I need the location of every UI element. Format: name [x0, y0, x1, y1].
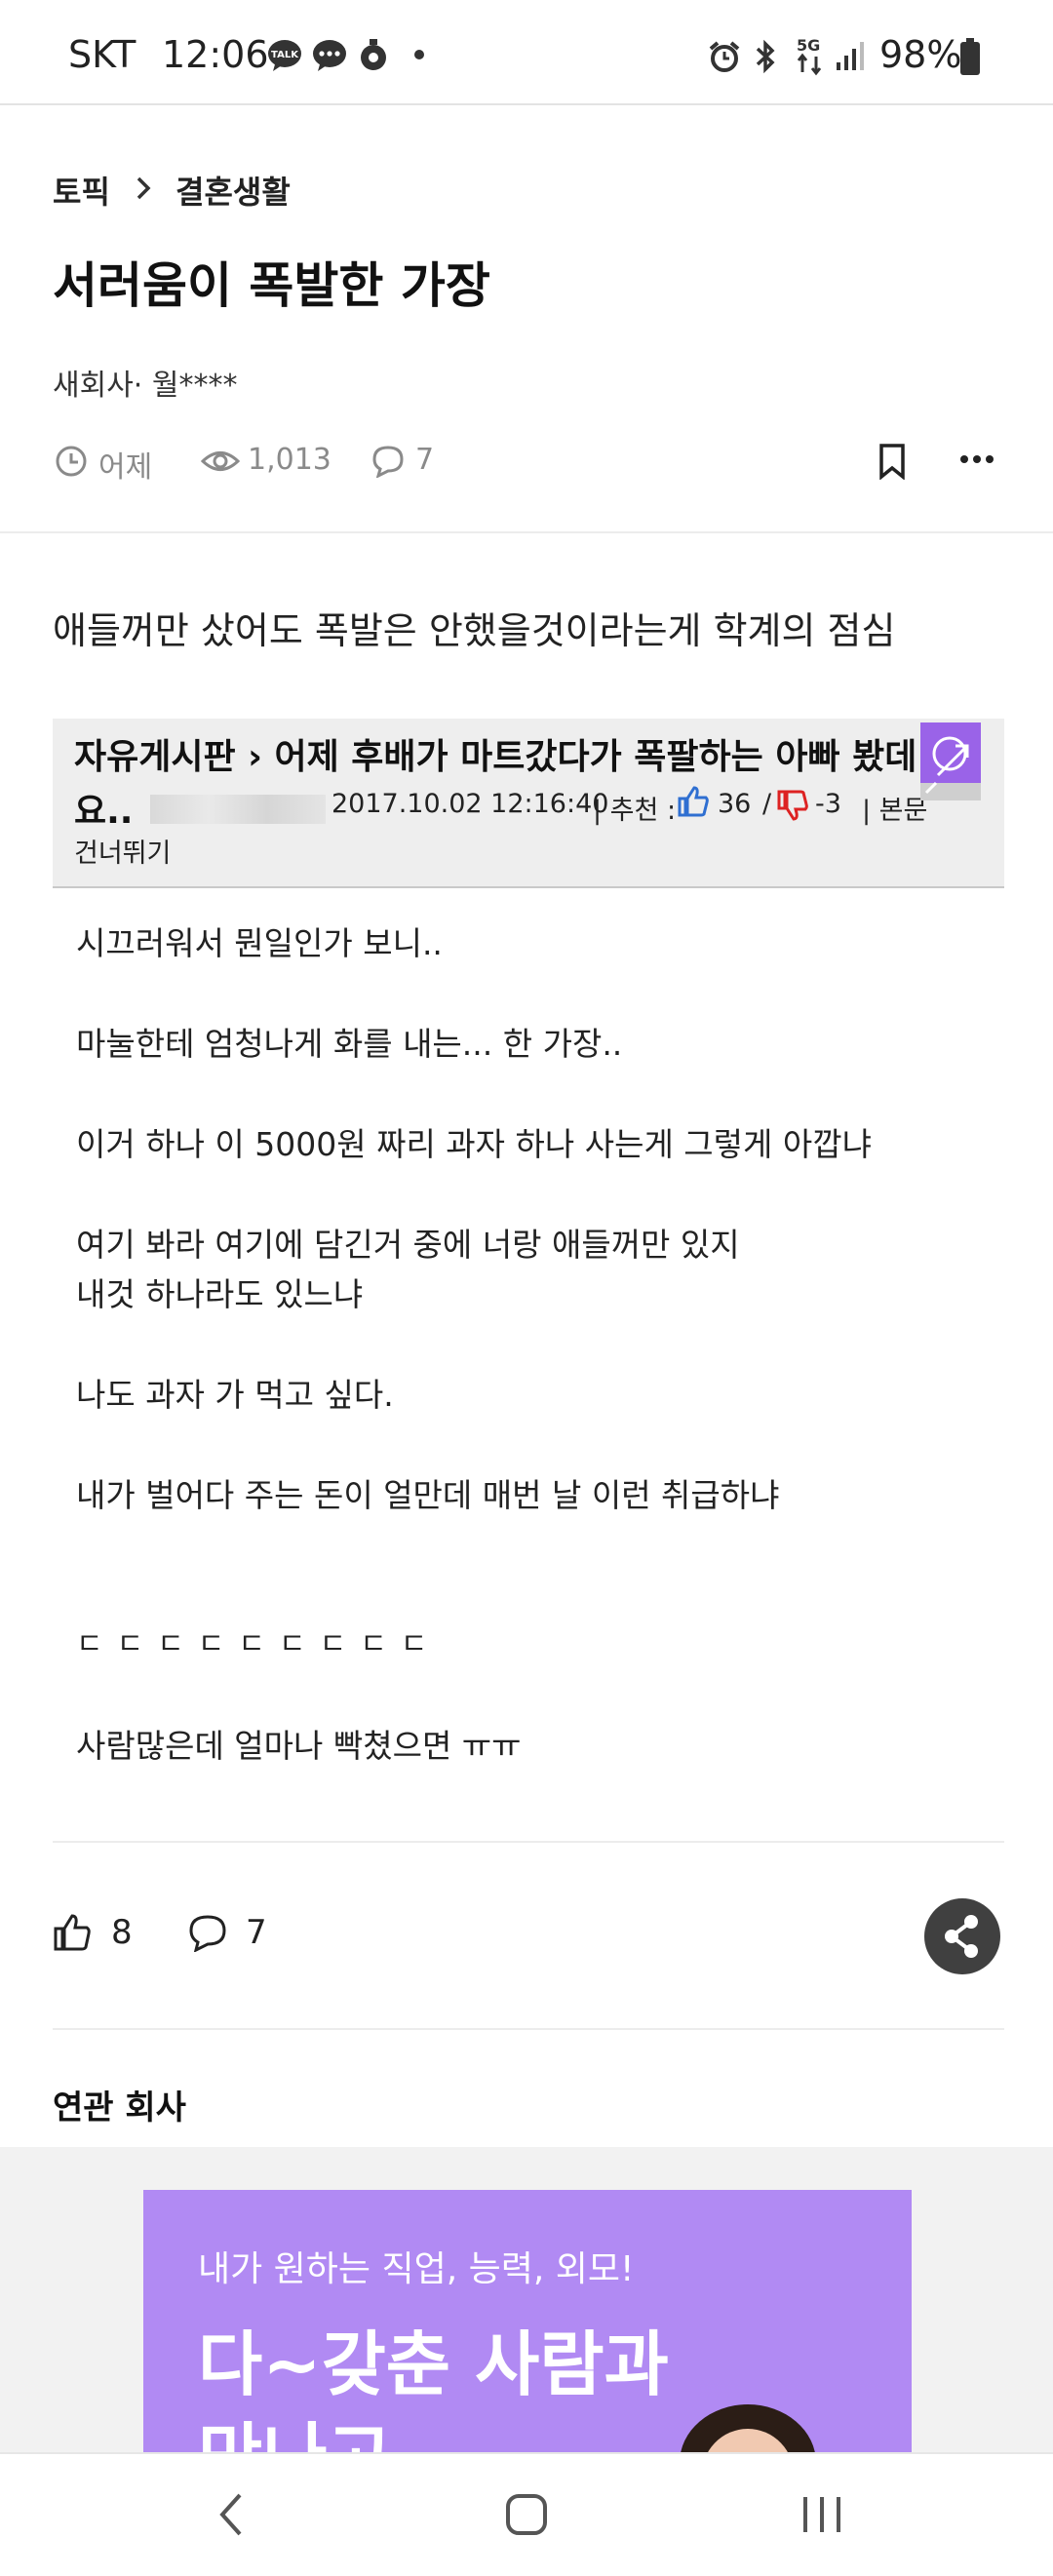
related-divider: [53, 2028, 1004, 2030]
embedded-post-date: 2017.10.02 12:16:40: [332, 789, 609, 819]
more-options-icon[interactable]: [959, 452, 994, 466]
breadcrumb-category[interactable]: 결혼생활: [176, 168, 291, 213]
back-icon[interactable]: [216, 2491, 246, 2538]
status-bar: SKT 12:06 TALK 5G 98%: [0, 0, 1053, 105]
battery-percent: 98%: [879, 33, 962, 76]
thumbs-down-red-icon: [777, 790, 808, 821]
embedded-line-4: 여기 봐라 여기에 담긴거 중에 너랑 애들꺼만 있지: [76, 1226, 740, 1264]
clock-icon: [56, 446, 87, 477]
embedded-line-9: 사람많은데 얼마나 빡쳤으면 ㅠㅠ: [76, 1727, 522, 1765]
svg-text:5G: 5G: [797, 36, 820, 55]
clock: 12:06: [162, 33, 269, 76]
post-author[interactable]: 새회사· 월****: [53, 361, 237, 404]
post-comment-count: 7: [415, 443, 435, 477]
cellular-signal-icon: [837, 42, 864, 70]
alarm-icon: [709, 41, 740, 72]
location-notification-icon: [361, 39, 386, 70]
related-companies-title: 연관 회사: [53, 2088, 186, 2127]
thumbs-up-blue-icon: [678, 786, 709, 817]
blurred-username: [150, 795, 326, 824]
like-count: 8: [111, 1913, 133, 1952]
embedded-slash: /: [762, 789, 772, 819]
home-icon[interactable]: [505, 2493, 548, 2536]
ad-line-2: 다~갖춘 사람과: [198, 2323, 669, 2405]
embedded-likes: 36: [718, 789, 752, 819]
embedded-line-6: 나도 과자 가 먹고 싶다.: [76, 1376, 394, 1414]
talk-notification-icon: TALK: [268, 40, 301, 71]
embedded-post-header: 자유게시판 › 어제 후배가 마트갔다가 폭팔하는 아빠 봤데 요.. 2017…: [53, 719, 1004, 888]
embedded-post-title: 자유게시판 › 어제 후배가 마트갔다가 폭팔하는 아빠 봤데: [74, 737, 917, 777]
post-time: 어제: [98, 450, 153, 485]
ad-banner[interactable]: 내가 원하는 직업, 능력, 외모! 다~갖춘 사람과 만나고: [143, 2190, 912, 2459]
embedded-line-3: 이거 하나 이 5000원 짜리 과자 하나 사는게 그렇게 아깝냐: [76, 1125, 872, 1163]
share-icon: [945, 1915, 978, 1958]
embedded-line-8: ㄷㄷㄷㄷㄷㄷㄷㄷㄷ: [76, 1627, 442, 1661]
breadcrumb: 토픽: [53, 168, 110, 213]
post-title: 서러움이 폭발한 가장: [53, 257, 490, 314]
post-views: 1,013: [248, 443, 332, 477]
ad-person-image: [680, 2404, 816, 2459]
share-button[interactable]: [924, 1898, 1000, 1974]
comment-icon: [372, 446, 404, 478]
bookmark-icon[interactable]: [878, 443, 907, 480]
breadcrumb-topic[interactable]: 토픽: [53, 174, 110, 211]
embedded-line-7: 내가 벌어다 주는 돈이 얼만데 매번 날 이런 취급하냐: [76, 1476, 780, 1514]
5g-signal-icon: 5G: [797, 36, 822, 76]
carrier: SKT: [68, 33, 136, 76]
ad-line-1: 내가 원하는 직업, 능력, 외모!: [198, 2249, 635, 2289]
comment-count: 7: [246, 1913, 267, 1952]
like-thumbs-up-icon[interactable]: [53, 1913, 92, 1952]
header-divider: [0, 531, 1053, 533]
post-intro: 애들꺼만 샀어도 폭발은 안했을것이라는게 학계의 점심: [53, 609, 896, 652]
recent-apps-icon[interactable]: [800, 2493, 844, 2536]
content-divider: [53, 1841, 1004, 1843]
embedded-rec-label: | 추천 :: [593, 796, 677, 826]
more-notifications-dot: [414, 50, 424, 59]
battery-icon: [960, 38, 980, 75]
embedded-line-2: 마눌한테 엄청나게 화를 내는... 한 가장..: [76, 1025, 623, 1063]
embedded-post-title-cont: 요..: [74, 792, 134, 832]
embedded-screenshot: 자유게시판 › 어제 후배가 마트갔다가 폭팔하는 아빠 봤데 요.. 2017…: [53, 719, 1004, 1840]
system-nav-bar: [0, 2452, 1053, 2576]
embedded-dislikes: -3: [815, 789, 841, 819]
embedded-line-1: 시끄러워서 뭔일인가 보니..: [76, 924, 443, 962]
comment-bubble-icon[interactable]: [187, 1913, 228, 1952]
chevron-right-icon: [136, 176, 151, 200]
views-eye-icon: [201, 451, 240, 471]
expand-icon: [920, 722, 981, 800]
embedded-line-5: 내것 하나라도 있느냐: [76, 1275, 364, 1313]
embedded-skip: 건너뛰기: [74, 839, 172, 869]
svg-text:TALK: TALK: [271, 50, 299, 60]
ad-line-3: 만나고: [198, 2415, 392, 2459]
chat-notification-icon: [313, 40, 346, 71]
bluetooth-icon: [756, 39, 775, 74]
